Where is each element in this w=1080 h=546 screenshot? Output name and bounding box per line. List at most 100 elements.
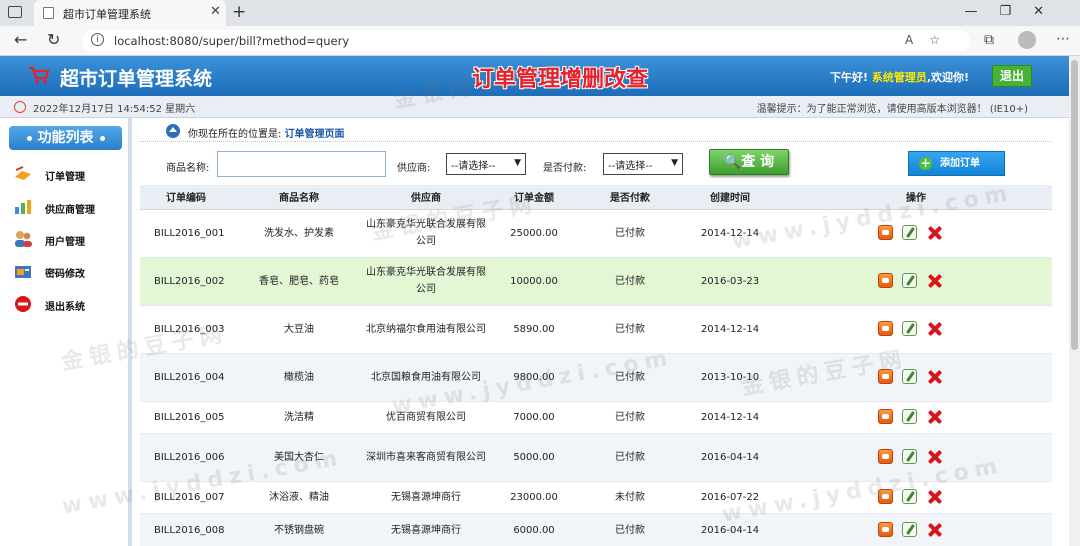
- sidebar-item-users[interactable]: 用户管理: [13, 228, 125, 252]
- delete-icon[interactable]: [926, 225, 942, 241]
- cell-date: 2014-12-14: [678, 209, 782, 258]
- address-bar: ← ↻ i localhost:8080/super/bill?method=q…: [0, 26, 1080, 56]
- tab-actions-icon[interactable]: [8, 6, 22, 18]
- breadcrumb-current[interactable]: 订单管理页面: [285, 129, 345, 140]
- cell-paid: 已付款: [582, 209, 678, 258]
- profile-avatar[interactable]: [1018, 31, 1036, 49]
- edit-icon[interactable]: [902, 522, 917, 537]
- home-icon: [166, 124, 180, 138]
- header-provider: 供应商: [366, 185, 486, 210]
- product-name-input[interactable]: [217, 151, 386, 177]
- sidebar-item-label: 订单管理: [45, 172, 85, 183]
- cell-paid: 已付款: [582, 257, 678, 306]
- cell-paid: 已付款: [582, 513, 678, 546]
- delete-icon[interactable]: [926, 409, 942, 425]
- cell-product: 洗发水、护发素: [232, 209, 366, 258]
- cell-amount: 9800.00: [486, 353, 582, 402]
- dot-icon: [99, 135, 105, 141]
- view-icon[interactable]: [878, 449, 893, 464]
- chevron-down-icon: ▼: [671, 158, 678, 168]
- cell-provider: 优百商贸有限公司: [366, 401, 486, 434]
- delete-icon[interactable]: [926, 321, 942, 337]
- window-controls[interactable]: —❐✕: [964, 4, 1066, 19]
- sidebar-item-password[interactable]: 密码修改: [13, 260, 125, 284]
- cell-actions: [782, 257, 1052, 306]
- cell-product: 美国大杏仁: [232, 433, 366, 482]
- sidebar-item-label: 退出系统: [45, 302, 85, 313]
- greeting-suffix: ,欢迎你!: [926, 71, 970, 84]
- paid-select[interactable]: --请选择-- ▼: [603, 153, 683, 175]
- view-icon[interactable]: [878, 321, 893, 336]
- page-scrollbar[interactable]: [1069, 56, 1080, 546]
- sidebar: 功能列表 订单管理 供应商管理 用户管理 密码修改 退出系统: [0, 118, 132, 546]
- back-icon[interactable]: ←: [14, 30, 27, 49]
- tab-title: 超市订单管理系统: [63, 8, 151, 21]
- edit-icon[interactable]: [902, 273, 917, 288]
- header-paid: 是否付款: [582, 185, 678, 210]
- search-bar: 商品名称: 供应商: --请选择-- ▼ 是否付款: --请选择-- ▼ 🔍查 询 …: [140, 142, 1052, 184]
- edit-icon[interactable]: [902, 321, 917, 336]
- url-field[interactable]: i localhost:8080/super/bill?method=query…: [82, 30, 970, 52]
- table-body: BILL2016_001 洗发水、护发素 山东豪克华光联合发展有限公司 25000.0…: [140, 209, 1052, 546]
- cell-code: BILL2016_004: [140, 353, 232, 402]
- logout-button[interactable]: 退出: [992, 65, 1032, 87]
- table-row: BILL2016_003 大豆油 北京纳福尔食用油有限公司 5890.00 已付款 201…: [140, 305, 1052, 354]
- view-icon[interactable]: [878, 489, 893, 504]
- view-icon[interactable]: [878, 522, 893, 537]
- edit-icon[interactable]: [902, 449, 917, 464]
- cell-date: 2014-12-14: [678, 305, 782, 354]
- cell-amount: 25000.00: [486, 209, 582, 258]
- table-row: BILL2016_008 不锈钢盘碗 无锡喜源坤商行 6000.00 已付款 2016-0…: [140, 513, 1052, 546]
- delete-icon[interactable]: [926, 489, 942, 505]
- chevron-down-icon: ▼: [514, 158, 521, 168]
- cell-amount: 10000.00: [486, 257, 582, 306]
- close-tab-icon[interactable]: ✕: [210, 4, 221, 19]
- edit-icon[interactable]: [902, 409, 917, 424]
- edit-icon[interactable]: [902, 489, 917, 504]
- exit-icon: [15, 296, 31, 312]
- view-icon[interactable]: [878, 409, 893, 424]
- sidebar-item-orders[interactable]: 订单管理: [13, 163, 125, 187]
- query-button[interactable]: 🔍查 询: [709, 149, 789, 175]
- collections-icon[interactable]: ⧉: [984, 32, 994, 48]
- table-row: BILL2016_005 洗洁精 优百商贸有限公司 7000.00 已付款 2014-12…: [140, 401, 1052, 434]
- info-icon[interactable]: i: [91, 33, 104, 46]
- paid-label: 是否付款:: [543, 163, 587, 174]
- cell-provider: 北京国粮食用油有限公司: [366, 353, 486, 402]
- cell-amount: 5000.00: [486, 433, 582, 482]
- provider-icon: [15, 200, 31, 214]
- sidebar-item-exit[interactable]: 退出系统: [13, 293, 125, 317]
- new-tab-icon[interactable]: +: [232, 2, 246, 22]
- breadcrumb-prefix: 你现在所在的位置是:: [188, 129, 282, 140]
- add-order-button[interactable]: + 添加订单: [908, 151, 1005, 176]
- browser-tab[interactable]: 超市订单管理系统 ✕: [34, 0, 226, 26]
- read-aloud-favorite-icons[interactable]: A☆: [905, 33, 956, 47]
- cell-actions: [782, 513, 1052, 546]
- sidebar-title: 功能列表: [9, 126, 122, 150]
- edit-icon[interactable]: [902, 225, 917, 240]
- reload-icon[interactable]: ↻: [47, 30, 60, 49]
- table-row: BILL2016_004 橄榄油 北京国粮食用油有限公司 9800.00 已付款 2013…: [140, 353, 1052, 402]
- view-icon[interactable]: [878, 369, 893, 384]
- more-icon[interactable]: ⋯: [1056, 31, 1070, 47]
- cell-provider: 深圳市喜来客商贸有限公司: [366, 433, 486, 482]
- order-table: 订单编码 商品名称 供应商 订单金额 是否付款 创建时间 操作 BILL2016…: [140, 185, 1052, 546]
- cell-code: BILL2016_008: [140, 513, 232, 546]
- page-title: 订单管理增删改查: [472, 67, 649, 92]
- delete-icon[interactable]: [926, 449, 942, 465]
- sidebar-title-text: 功能列表: [37, 130, 94, 146]
- provider-select[interactable]: --请选择-- ▼: [446, 153, 526, 175]
- current-user: 系统管理员: [871, 71, 927, 84]
- view-icon[interactable]: [878, 273, 893, 288]
- scrollbar-thumb[interactable]: [1071, 60, 1078, 350]
- view-icon[interactable]: [878, 225, 893, 240]
- current-datetime: 2022年12月17日 14:54:52 星期六: [33, 104, 196, 115]
- edit-icon[interactable]: [902, 369, 917, 384]
- delete-icon[interactable]: [926, 273, 942, 289]
- delete-icon[interactable]: [926, 522, 942, 538]
- delete-icon[interactable]: [926, 369, 942, 385]
- sidebar-item-providers[interactable]: 供应商管理: [13, 196, 125, 220]
- breadcrumb-text: 你现在所在的位置是: 订单管理页面: [188, 125, 345, 140]
- cell-provider: 无锡喜源坤商行: [366, 481, 486, 514]
- cell-code: BILL2016_002: [140, 257, 232, 306]
